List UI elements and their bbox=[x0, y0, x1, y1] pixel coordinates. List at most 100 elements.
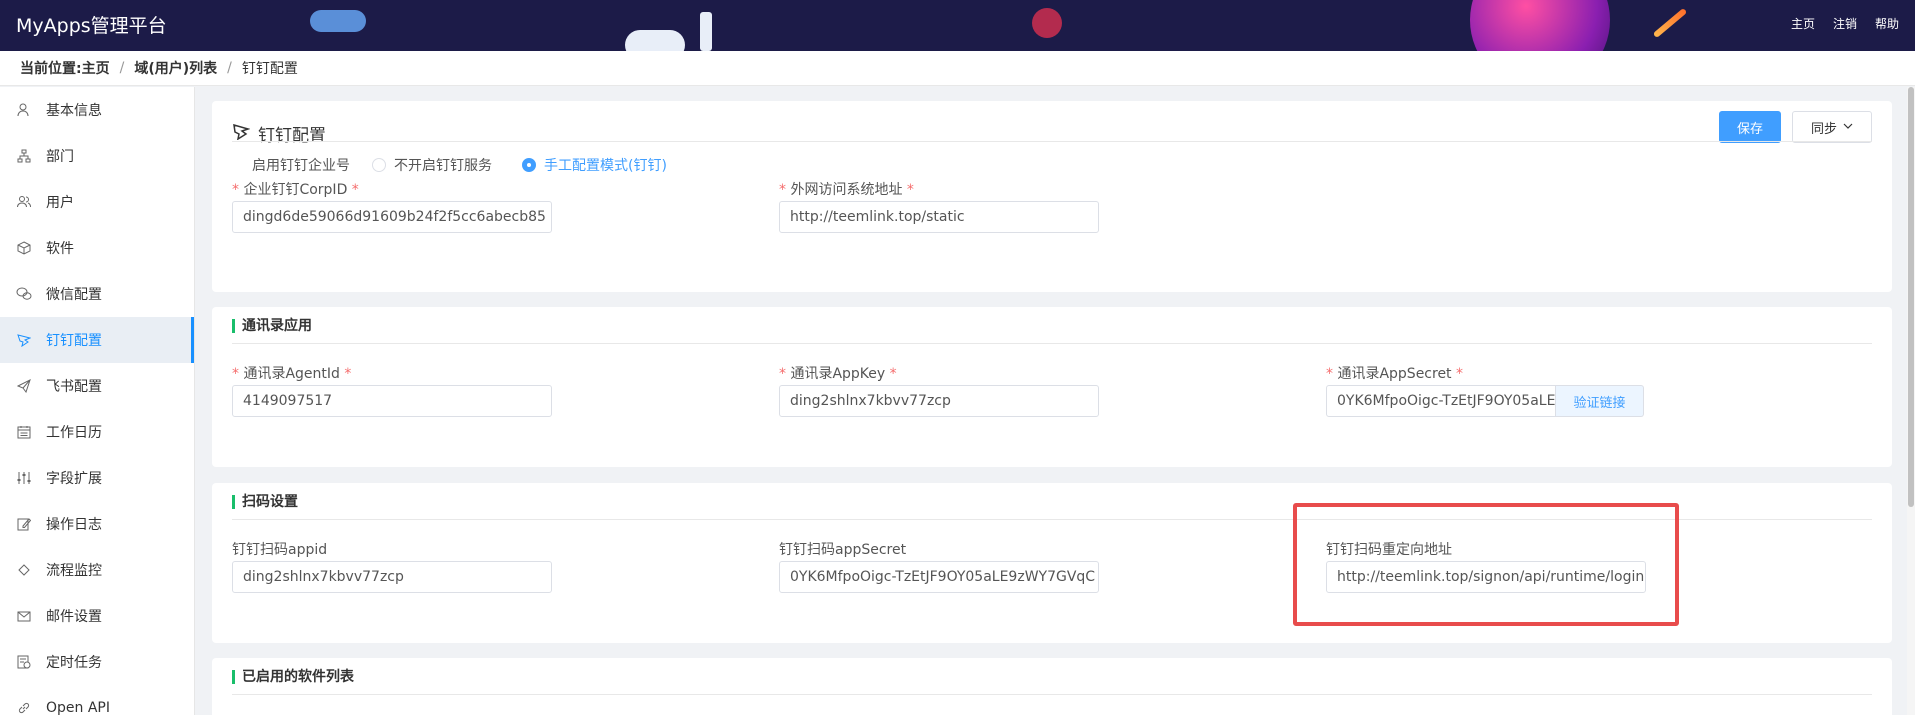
edit-log-icon bbox=[16, 516, 32, 532]
agentid-label: * 通讯录AgentId * bbox=[232, 363, 351, 383]
scrollbar-thumb[interactable] bbox=[1908, 87, 1914, 507]
section-title-scan: 扫码设置 bbox=[232, 495, 298, 509]
sidebar-item-label: 邮件设置 bbox=[46, 609, 102, 625]
enable-label: 启用钉钉企业号 bbox=[252, 158, 350, 174]
radio-manual-mode[interactable]: 手工配置模式(钉钉) bbox=[522, 155, 667, 175]
breadcrumb-current: 钉钉配置 bbox=[241, 61, 298, 77]
nav-help-link[interactable]: 帮助 bbox=[1875, 15, 1899, 32]
timer-icon bbox=[16, 654, 32, 670]
appsecret-input[interactable]: 0YK6MfpoOigc-TzEtJF9OY05aLE bbox=[1326, 385, 1556, 417]
section-title-contacts: 通讯录应用 bbox=[232, 319, 312, 333]
radio-label: 不开启钉钉服务 bbox=[394, 158, 492, 174]
required-mark: * bbox=[1451, 366, 1464, 382]
section-title-software: 已启用的软件列表 bbox=[232, 670, 354, 684]
sidebar-item-wechat[interactable]: 微信配置 bbox=[0, 271, 194, 317]
sidebar-item-label: 操作日志 bbox=[46, 517, 102, 533]
appkey-label-text: 通讯录AppKey bbox=[790, 366, 886, 382]
agentid-label-text: 通讯录AgentId bbox=[243, 366, 340, 382]
appkey-input[interactable]: ding2shlnx7kbvv77zcp bbox=[779, 385, 1099, 417]
nav-logout-link[interactable]: 注销 bbox=[1833, 15, 1857, 32]
cube-icon bbox=[16, 240, 32, 256]
sidebar-item-calendar[interactable]: 工作日历 bbox=[0, 409, 194, 455]
required-mark: * bbox=[347, 182, 359, 198]
users-icon bbox=[16, 194, 32, 210]
radio-disable-dingtalk[interactable]: 不开启钉钉服务 bbox=[372, 155, 492, 175]
sidebar-item-scheduled-tasks[interactable]: 定时任务 bbox=[0, 639, 194, 685]
breadcrumb: 当前位置: 主页 / 域(用户)列表 / 钉钉配置 bbox=[0, 51, 1915, 86]
title-divider bbox=[232, 141, 1872, 142]
corpid-label: * 企业钉钉CorpID * bbox=[232, 179, 359, 199]
sidebar-item-label: 部门 bbox=[46, 149, 74, 165]
org-icon bbox=[16, 148, 32, 164]
sidebar-item-label: 用户 bbox=[46, 195, 74, 211]
main-content: 钉钉配置 保存 同步 启用钉钉企业号 不开启钉钉服务 手工配置模式(钉钉) * … bbox=[195, 87, 1910, 715]
enabled-software-card: 已启用的软件列表 bbox=[212, 658, 1892, 715]
scan-settings-card: 扫码设置 钉钉扫码appid ding2shlnx7kbvv77zcp 钉钉扫码… bbox=[212, 483, 1892, 643]
page-title-text: 钉钉配置 bbox=[258, 126, 326, 146]
sidebar-item-label: 定时任务 bbox=[46, 655, 102, 671]
top-header: MyApps管理平台 主页 注销 帮助 bbox=[0, 0, 1915, 51]
save-button[interactable]: 保存 bbox=[1719, 111, 1781, 143]
section-divider bbox=[232, 343, 1872, 344]
sidebar-item-flow-monitor[interactable]: 流程监控 bbox=[0, 547, 194, 593]
sidebar-item-mail-settings[interactable]: 邮件设置 bbox=[0, 593, 194, 639]
required-mark: * bbox=[232, 366, 244, 382]
sidebar-item-label: 软件 bbox=[46, 241, 74, 257]
required-mark: * bbox=[232, 182, 244, 198]
nav-home-link[interactable]: 主页 bbox=[1791, 15, 1815, 32]
required-mark: * bbox=[339, 366, 352, 382]
radio-circle bbox=[522, 158, 536, 172]
required-mark: * bbox=[902, 182, 914, 198]
sidebar-item-basic-info[interactable]: 基本信息 bbox=[0, 87, 194, 133]
sidebar-item-open-api[interactable]: Open API bbox=[0, 685, 194, 715]
external-url-input[interactable]: http://teemlink.top/static bbox=[779, 201, 1099, 233]
corpid-label-text: 企业钉钉CorpID bbox=[243, 182, 348, 198]
breadcrumb-domain-list[interactable]: 域(用户)列表 bbox=[134, 58, 217, 78]
user-icon bbox=[16, 102, 32, 118]
radio-label: 手工配置模式(钉钉) bbox=[544, 158, 667, 174]
sidebar-item-label: 基本信息 bbox=[46, 103, 102, 119]
paper-plane-icon bbox=[16, 378, 32, 394]
sidebar-item-feishu[interactable]: 飞书配置 bbox=[0, 363, 194, 409]
page-scrollbar[interactable] bbox=[1907, 87, 1915, 715]
external-url-label: * 外网访问系统地址 * bbox=[779, 179, 914, 199]
sidebar-item-department[interactable]: 部门 bbox=[0, 133, 194, 179]
wechat-icon bbox=[16, 286, 32, 302]
verify-link-button[interactable]: 验证链接 bbox=[1556, 385, 1644, 417]
page-title: 钉钉配置 bbox=[232, 121, 326, 146]
required-mark: * bbox=[885, 366, 897, 382]
dingtalk-icon bbox=[16, 332, 32, 348]
planet-large-decoration bbox=[1470, 0, 1610, 51]
required-mark: * bbox=[779, 366, 791, 382]
sidebar-item-label: 飞书配置 bbox=[46, 379, 102, 395]
header-nav: 主页 注销 帮助 bbox=[1791, 15, 1899, 32]
corpid-input[interactable]: dingd6de59066d91609b24f2f5cc6abecb85 bbox=[232, 201, 552, 233]
sync-dropdown-button[interactable]: 同步 bbox=[1792, 111, 1872, 143]
scan-secret-label: 钉钉扫码appSecret bbox=[779, 542, 907, 558]
sidebar-item-label: 字段扩展 bbox=[46, 471, 102, 487]
sidebar-item-label: 微信配置 bbox=[46, 287, 102, 303]
sidebar-item-dingtalk[interactable]: 钉钉配置 bbox=[0, 317, 194, 363]
sync-label: 同步 bbox=[1810, 121, 1837, 137]
sidebar-item-field-extension[interactable]: 字段扩展 bbox=[0, 455, 194, 501]
breadcrumb-home[interactable]: 主页 bbox=[82, 58, 110, 78]
calendar-icon bbox=[16, 424, 32, 440]
comet-decoration bbox=[1652, 7, 1688, 39]
scan-secret-input[interactable]: 0YK6MfpoOigc-TzEtJF9OY05aLE9zWY7GVqC bbox=[779, 561, 1099, 593]
lighthouse-decoration bbox=[700, 12, 712, 51]
scan-appid-input[interactable]: ding2shlnx7kbvv77zcp bbox=[232, 561, 552, 593]
appsecret-label: * 通讯录AppSecret * bbox=[1326, 363, 1463, 383]
app-title: MyApps管理平台 bbox=[16, 15, 167, 37]
agentid-input[interactable]: 4149097517 bbox=[232, 385, 552, 417]
sliders-icon bbox=[16, 470, 32, 486]
sidebar: 基本信息 部门 用户 软件 微信配置 钉钉配置 飞书配置 工作日历 字段扩展 操… bbox=[0, 87, 195, 715]
sidebar-item-software[interactable]: 软件 bbox=[0, 225, 194, 271]
contacts-app-card: 通讯录应用 * 通讯录AgentId * 4149097517 * 通讯录App… bbox=[212, 307, 1892, 467]
scan-appid-label: 钉钉扫码appid bbox=[232, 542, 328, 558]
sidebar-item-users[interactable]: 用户 bbox=[0, 179, 194, 225]
sidebar-item-operation-log[interactable]: 操作日志 bbox=[0, 501, 194, 547]
sidebar-item-label: 工作日历 bbox=[46, 425, 102, 441]
appkey-label: * 通讯录AppKey * bbox=[779, 363, 897, 383]
link-icon bbox=[16, 700, 32, 715]
sidebar-item-label: Open API bbox=[46, 700, 110, 715]
